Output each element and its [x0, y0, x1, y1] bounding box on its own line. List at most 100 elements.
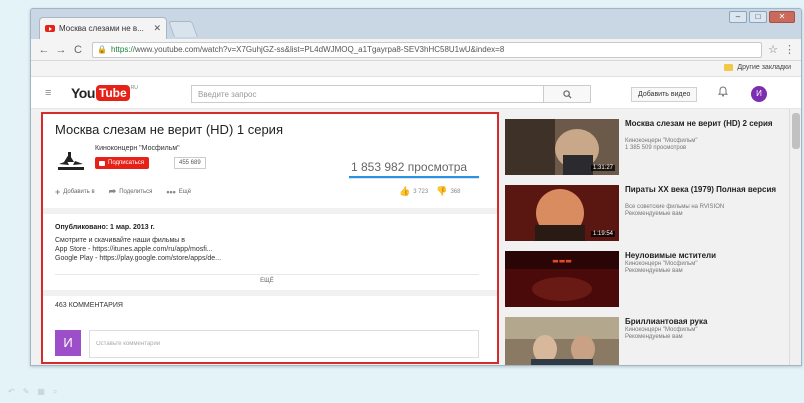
notifications-bell-icon[interactable]: [717, 86, 729, 100]
publish-date: Опубликовано: 1 мар. 2013 г.: [55, 224, 155, 231]
share-label: Поделиться: [119, 188, 153, 195]
recommended-channel: Все советские фильмы на RVISION: [625, 204, 725, 210]
channel-name[interactable]: Киноконцерн "Мосфильм": [95, 145, 180, 152]
like-button[interactable]: 👍 3 723: [399, 186, 428, 197]
scrollbar-thumb[interactable]: [792, 113, 800, 149]
recommended-meta: Рекомендуемые вам: [625, 211, 683, 217]
recommendations-sidebar: 1:31:27 Москва слезам не верит (HD) 2 се…: [505, 115, 789, 366]
bookmark-star-icon[interactable]: ☆: [768, 43, 778, 56]
logo-region-text: RU: [130, 85, 138, 91]
more-dots-icon: •••: [166, 186, 176, 197]
section-divider: [43, 208, 497, 214]
close-window-button[interactable]: ✕: [769, 11, 795, 23]
browser-tab[interactable]: Москва слезами не в... ✕: [39, 17, 167, 39]
forward-arrow-icon[interactable]: →: [54, 44, 68, 56]
recommended-channel: Киноконцерн "Мосфильм": [625, 327, 698, 333]
close-tab-icon[interactable]: ✕: [153, 23, 161, 34]
recommended-meta: Рекомендуемые вам: [625, 334, 683, 340]
hamburger-menu-icon[interactable]: ≡: [45, 87, 51, 99]
logo-you-text: You: [71, 85, 95, 101]
recommended-channel: Киноконцерн "Мосфильм": [625, 261, 698, 267]
minimize-button[interactable]: –: [729, 11, 747, 23]
logo-tube-text: Tube: [95, 85, 130, 101]
description-link-googleplay[interactable]: Google Play - https://play.google.com/st…: [55, 254, 221, 263]
recommended-title[interactable]: Бриллиантовая рука: [625, 317, 785, 326]
video-duration: 1:19:54: [591, 231, 616, 237]
like-count: 3 723: [413, 188, 429, 195]
youtube-header: ≡ You Tube RU Добавить видео И: [31, 77, 801, 109]
search-icon: [562, 89, 572, 99]
folder-icon: [724, 64, 734, 71]
recommended-title[interactable]: Москва слезам не верит (HD) 2 серия: [625, 119, 785, 128]
url-scheme: https://: [110, 45, 135, 54]
recommended-title[interactable]: Пираты XX века (1979) Полная версия: [625, 185, 785, 194]
description-link-appstore[interactable]: App Store - https://itunes.apple.com/ru/…: [55, 245, 221, 254]
video-thumbnail[interactable]: ▬▬▬: [505, 251, 619, 307]
search-bar: [191, 85, 591, 103]
thumbs-up-icon: 👍: [399, 186, 411, 196]
section-divider: [43, 290, 497, 296]
browser-menu-icon[interactable]: ⋮: [784, 43, 795, 56]
video-actions: + Добавить в ➦ Поделиться ••• Ещё: [55, 186, 191, 197]
tab-title: Москва слезами не в...: [59, 24, 144, 33]
browser-window: Москва слезами не в... ✕ – □ ✕ ← → C 🔒 h…: [30, 8, 802, 366]
video-title: Москва слезам не верит (HD) 1 серия: [55, 122, 283, 137]
view-count: 1 853 982 просмотра: [351, 160, 468, 174]
recommended-video[interactable]: ▬▬▬ Неуловимые мстители Киноконцерн "Мос…: [505, 251, 789, 311]
comment-input[interactable]: [89, 330, 479, 358]
browser-toolbar: ← → C 🔒 https:// www.youtube.com/watch?v…: [31, 39, 801, 61]
page-content: Москва слезам не верит (HD) 1 серия Кино…: [31, 109, 801, 366]
pen-icon: ✎: [22, 387, 30, 396]
comments-count: 463 КОММЕНТАРИЯ: [55, 302, 123, 309]
subscribe-button[interactable]: Подписаться: [95, 157, 149, 169]
commenter-avatar: И: [55, 330, 81, 356]
maximize-button[interactable]: □: [749, 11, 767, 23]
grid-icon: ▦: [37, 387, 45, 396]
video-info-card: Москва слезам не верит (HD) 1 серия Кино…: [41, 112, 499, 364]
mosfilm-logo-icon[interactable]: [55, 150, 87, 174]
recommended-video[interactable]: 1:31:27 Москва слезам не верит (HD) 2 се…: [505, 119, 789, 179]
like-dislike: 👍 3 723 👎 368: [399, 186, 460, 197]
like-ratio-bar-track: [349, 178, 479, 179]
address-bar[interactable]: 🔒 https:// www.youtube.com/watch?v=X7Guh…: [92, 41, 763, 58]
video-duration: 1:31:27: [591, 165, 616, 171]
more-button[interactable]: ••• Ещё: [166, 187, 191, 197]
back-arrow-icon[interactable]: ←: [37, 44, 51, 56]
plus-icon: +: [55, 186, 61, 197]
search-input[interactable]: [191, 85, 543, 103]
share-button[interactable]: ➦ Поделиться: [109, 186, 153, 197]
new-tab-button[interactable]: [168, 21, 198, 37]
recommended-meta: Рекомендуемые вам: [625, 268, 683, 274]
faded-toolbar-icons: ↶ ✎ ▦ ⌕: [8, 387, 57, 397]
video-thumbnail[interactable]: [505, 317, 619, 366]
lock-icon: 🔒: [97, 45, 107, 54]
window-controls: – □ ✕: [729, 11, 795, 23]
add-to-label: Добавить в: [63, 188, 95, 195]
thumbs-down-icon: 👎: [436, 186, 448, 196]
upload-video-button[interactable]: Добавить видео: [631, 87, 698, 102]
other-bookmarks[interactable]: Другие закладки: [724, 64, 791, 71]
page-scrollbar[interactable]: [789, 109, 801, 365]
search-small-icon: ⌕: [52, 387, 58, 396]
add-to-button[interactable]: + Добавить в: [55, 187, 95, 197]
more-label: Ещё: [178, 188, 192, 195]
show-more-button[interactable]: ЕЩЁ: [55, 274, 479, 286]
user-avatar[interactable]: И: [751, 86, 767, 102]
svg-text:▬▬▬: ▬▬▬: [552, 257, 572, 265]
youtube-logo[interactable]: You Tube RU: [71, 85, 138, 101]
dislike-count: 368: [450, 188, 461, 195]
search-button[interactable]: [543, 85, 591, 103]
bookmarks-bar: Другие закладки: [31, 61, 801, 77]
description-line: Смотрите и скачивайте наши фильмы в: [55, 237, 185, 244]
recommended-video[interactable]: 1:19:54 Пираты XX века (1979) Полная вер…: [505, 185, 789, 245]
recommended-video[interactable]: Бриллиантовая рука Киноконцерн "Мосфильм…: [505, 317, 789, 366]
tab-strip: Москва слезами не в... ✕ – □ ✕: [31, 9, 801, 39]
video-description: Смотрите и скачивайте наши фильмы в App …: [55, 236, 221, 263]
recommended-title[interactable]: Неуловимые мстители: [625, 251, 785, 260]
recommended-meta: 1 385 509 просмотров: [625, 145, 687, 151]
subscriber-count: 455 689: [174, 157, 206, 169]
other-bookmarks-label: Другие закладки: [737, 64, 791, 71]
reload-icon[interactable]: C: [71, 44, 85, 56]
url-text: www.youtube.com/watch?v=X7GuhjGZ-ss&list…: [134, 45, 505, 54]
dislike-button[interactable]: 👎 368: [436, 186, 460, 197]
